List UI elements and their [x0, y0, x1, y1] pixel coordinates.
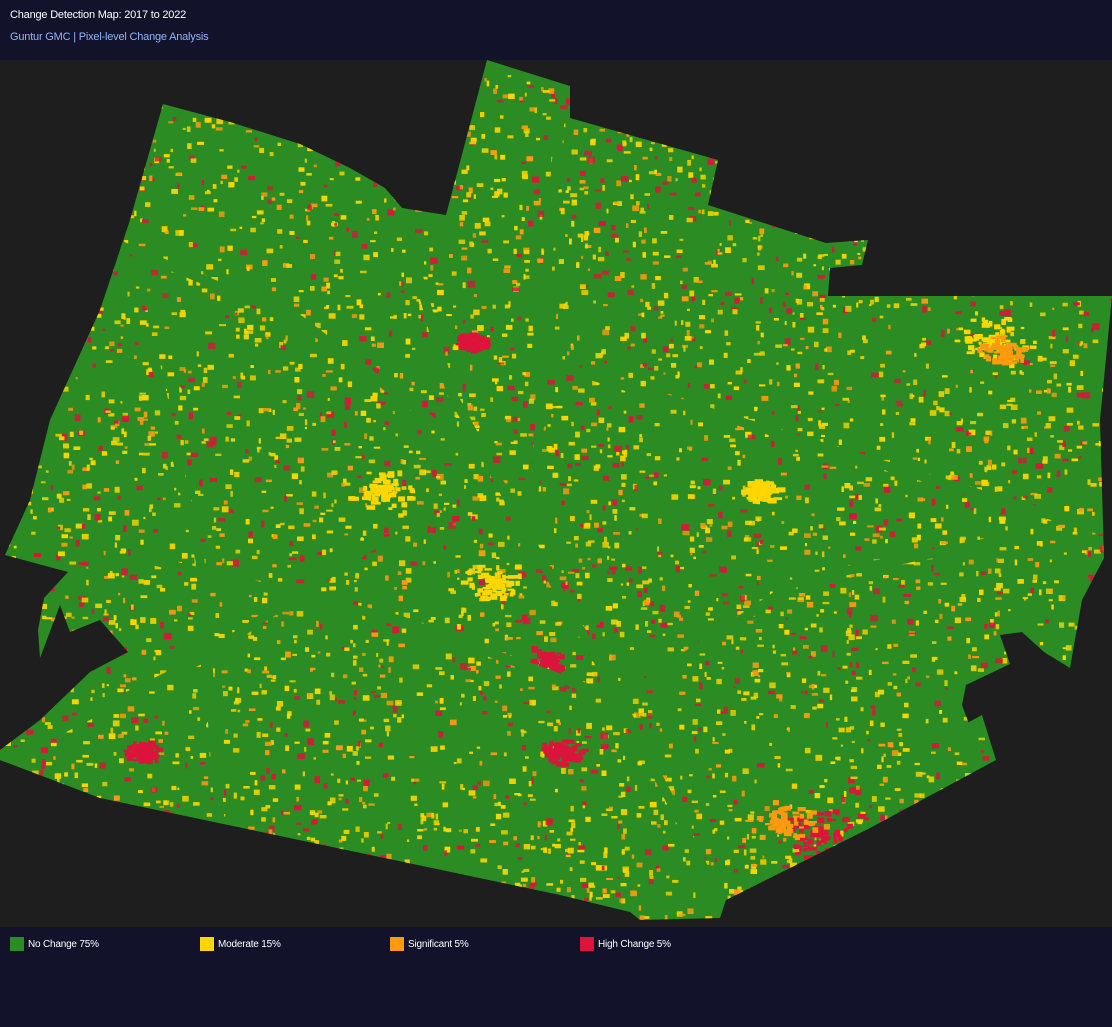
subtitle-text: Guntur GMC | Pixel-level Change Analysis: [10, 31, 209, 43]
legend-item-high-change: High Change 5%: [580, 937, 671, 951]
legend-swatch-significant: [390, 937, 404, 951]
legend-item-no-change: No Change 75%: [10, 937, 99, 951]
legend-label-no-change: No Change 75%: [28, 938, 99, 950]
legend-label-moderate: Moderate 15%: [218, 938, 281, 950]
legend-label-high-change: High Change 5%: [598, 938, 671, 950]
legend-swatch-moderate: [200, 937, 214, 951]
legend-item-significant: Significant 5%: [390, 937, 469, 951]
legend-swatch-high-change: [580, 937, 594, 951]
legend-item-moderate: Moderate 15%: [200, 937, 281, 951]
page-title: Change Detection Map: 2017 to 2022: [10, 9, 187, 21]
legend-label-significant: Significant 5%: [408, 938, 469, 950]
header: Change Detection Map: 2017 to 2022 Guntu…: [0, 0, 1112, 60]
map-canvas[interactable]: [0, 60, 1112, 927]
change-detection-map[interactable]: [0, 60, 1112, 927]
page-subtitle: Guntur GMC | Pixel-level Change Analysis: [10, 31, 209, 43]
legend-swatch-no-change: [10, 937, 24, 951]
legend: No Change 75% Moderate 15% Significant 5…: [0, 927, 1112, 1027]
